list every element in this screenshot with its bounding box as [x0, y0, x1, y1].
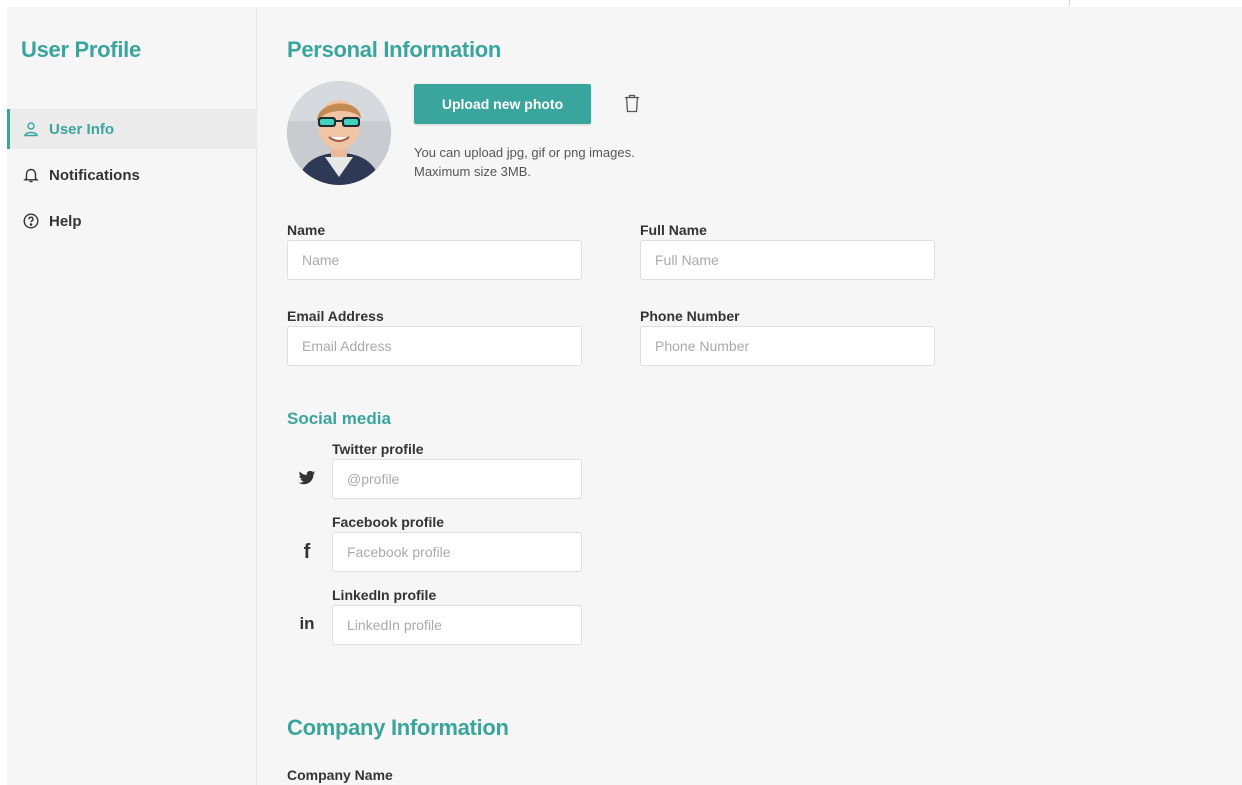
upload-help-line: You can upload jpg, gif or png images.: [414, 145, 635, 160]
email-field[interactable]: [287, 326, 582, 366]
page: User Profile User Info Notifications Hel…: [7, 7, 1242, 785]
linkedin-label: LinkedIn profile: [332, 587, 437, 603]
sidebar: User Profile User Info Notifications Hel…: [7, 7, 257, 785]
sidebar-title: User Profile: [21, 37, 141, 62]
twitter-profile-field[interactable]: [332, 459, 582, 499]
company-name-label: Company Name: [287, 767, 393, 783]
upload-help-line: Maximum size 3MB.: [414, 164, 532, 179]
social-media-title: Social media: [287, 409, 391, 428]
full-name-field[interactable]: [640, 240, 935, 280]
bell-icon: [23, 167, 39, 183]
twitter-label: Twitter profile: [332, 441, 424, 457]
sidebar-item-user-info[interactable]: User Info: [7, 109, 257, 149]
upload-photo-button[interactable]: Upload new photo: [414, 84, 591, 124]
linkedin-icon: in: [299, 614, 315, 633]
top-edge: [0, 0, 1242, 7]
upload-help-text: You can upload jpg, gif or png images. M…: [414, 143, 635, 181]
user-icon: [23, 121, 39, 137]
sidebar-item-label: Help: [49, 212, 82, 230]
name-field[interactable]: [287, 240, 582, 280]
facebook-icon: f: [303, 540, 311, 563]
main-content: Personal Information Upload new photo Yo…: [257, 7, 1242, 785]
full-name-label: Full Name: [640, 222, 707, 238]
phone-field[interactable]: [640, 326, 935, 366]
company-info-title: Company Information: [287, 715, 509, 740]
facebook-profile-field[interactable]: [332, 532, 582, 572]
sidebar-item-notifications[interactable]: Notifications: [7, 155, 257, 195]
twitter-icon: [297, 468, 317, 488]
top-divider: [1069, 0, 1070, 6]
name-label: Name: [287, 222, 326, 238]
email-label: Email Address: [287, 308, 384, 324]
avatar: [287, 81, 391, 185]
trash-icon[interactable]: [623, 93, 641, 113]
personal-info-title: Personal Information: [287, 37, 502, 62]
help-circle-icon: [23, 213, 39, 229]
phone-label: Phone Number: [640, 308, 740, 324]
sidebar-item-help[interactable]: Help: [7, 201, 257, 241]
linkedin-profile-field[interactable]: [332, 605, 582, 645]
sidebar-item-label: User Info: [49, 120, 115, 138]
sidebar-item-label: Notifications: [49, 166, 140, 184]
facebook-label: Facebook profile: [332, 514, 445, 530]
